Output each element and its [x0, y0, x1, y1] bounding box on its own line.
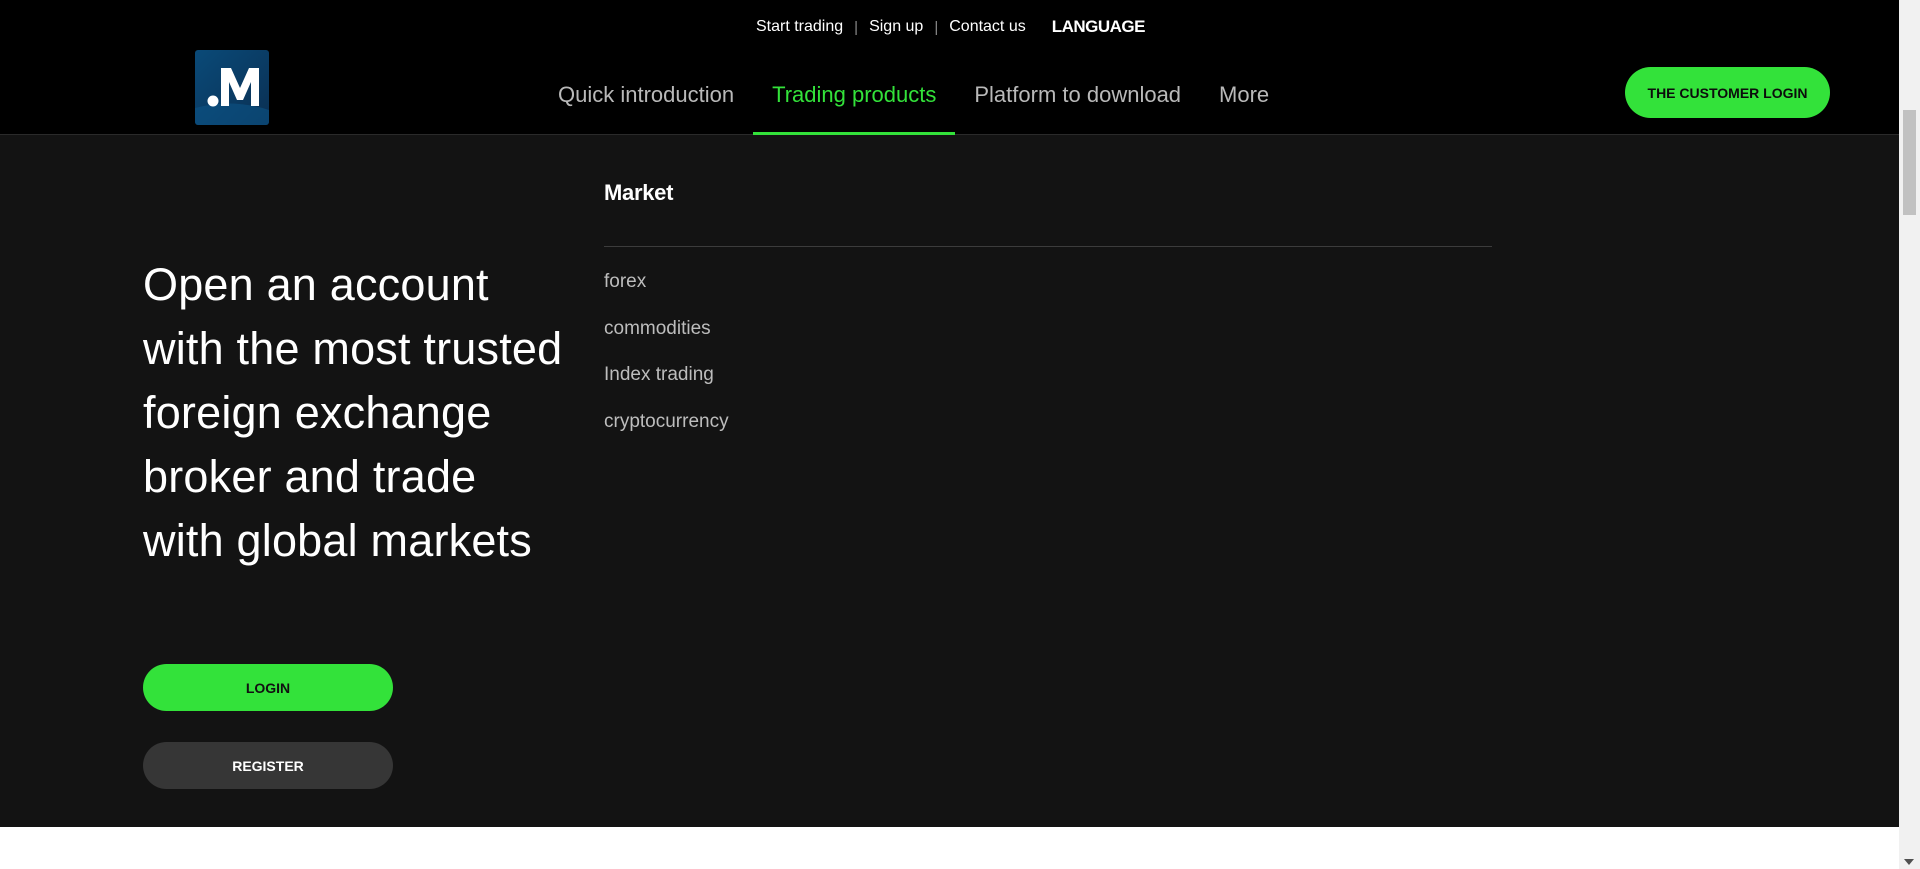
main-navbar: Quick introduction Trading products Plat… [0, 50, 1899, 135]
topbar-separator: | [934, 18, 939, 36]
market-menu-list: forex commodities Index trading cryptocu… [604, 270, 1492, 456]
language-selector[interactable]: LANGUAGE [1052, 17, 1146, 37]
hero-heading: Open an account with the most trusted fo… [143, 259, 563, 566]
page-scrollbar[interactable] [1899, 0, 1920, 869]
customer-login-button[interactable]: THE CUSTOMER LOGIN [1625, 67, 1830, 118]
nav-trading-products[interactable]: Trading products [753, 54, 956, 135]
market-menu-title: Market [604, 180, 674, 205]
market-menu: Market forex commodities Index trading c… [604, 180, 1492, 456]
topbar-links: Start trading | Sign up | Contact us LAN… [756, 17, 1146, 37]
trading-products-panel: Open an account with the most trusted fo… [0, 135, 1899, 827]
scrollbar-thumb[interactable] [1903, 110, 1916, 215]
m-logo-icon [195, 68, 269, 125]
login-button[interactable]: LOGIN [143, 664, 393, 711]
menu-item-commodities[interactable]: commodities [604, 317, 1492, 364]
menu-item-index-trading[interactable]: Index trading [604, 363, 1492, 410]
top-utility-bar: Start trading | Sign up | Contact us LAN… [0, 0, 1899, 54]
menu-item-cryptocurrency[interactable]: cryptocurrency [604, 410, 1492, 457]
primary-nav: Quick introduction Trading products Plat… [540, 54, 1288, 135]
sign-up-link[interactable]: Sign up [869, 18, 923, 36]
nav-platform-to-download[interactable]: Platform to download [955, 54, 1200, 135]
brand-logo[interactable] [195, 50, 269, 125]
topbar-separator: | [854, 18, 859, 36]
page: Start trading | Sign up | Contact us LAN… [0, 0, 1899, 869]
scroll-down-arrow-icon[interactable] [1904, 859, 1914, 865]
menu-divider [604, 246, 1492, 247]
contact-us-link[interactable]: Contact us [949, 18, 1025, 36]
register-button[interactable]: REGISTER [143, 742, 393, 789]
start-trading-link[interactable]: Start trading [756, 18, 843, 36]
menu-item-forex[interactable]: forex [604, 270, 1492, 317]
nav-more[interactable]: More [1200, 54, 1288, 135]
nav-quick-introduction[interactable]: Quick introduction [540, 54, 753, 135]
